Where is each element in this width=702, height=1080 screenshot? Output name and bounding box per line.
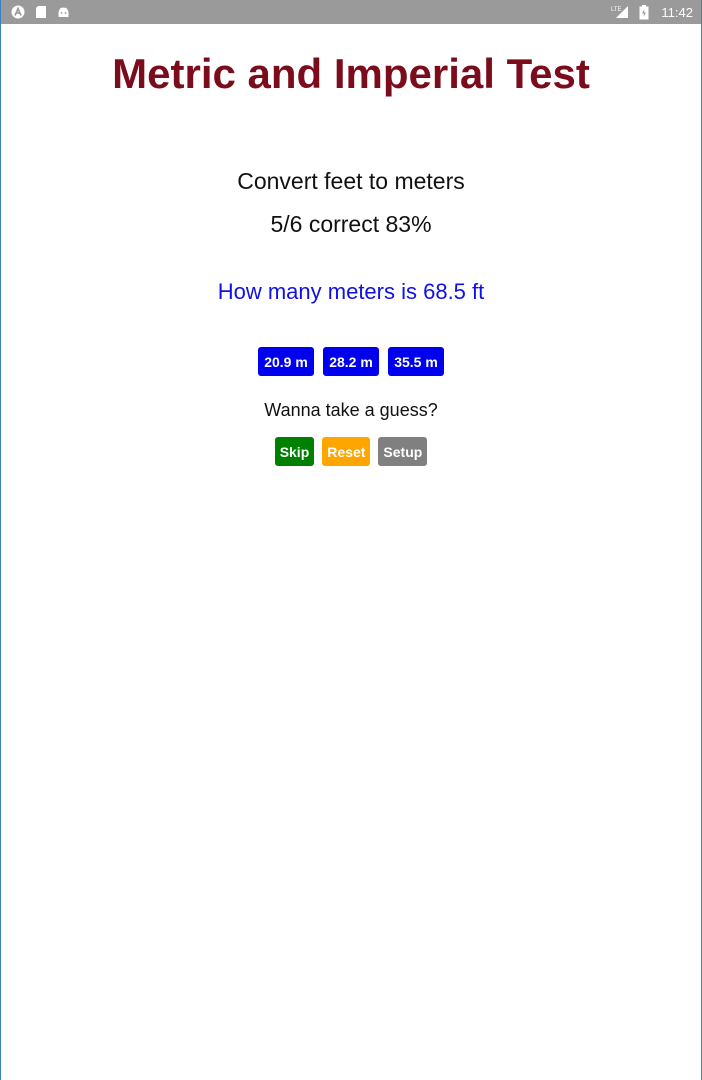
- control-buttons: Skip Reset Setup: [1, 437, 701, 466]
- svg-text:LTE: LTE: [611, 7, 622, 13]
- skip-button[interactable]: Skip: [274, 437, 315, 466]
- android-icon: [57, 6, 70, 19]
- app-a-icon: [11, 5, 25, 19]
- status-right-icons: LTE 11:42: [611, 4, 693, 20]
- answer-button-2[interactable]: 28.2 m: [323, 347, 379, 376]
- answer-button-3[interactable]: 35.5 m: [388, 347, 444, 376]
- status-time: 11:42: [661, 4, 693, 20]
- answer-button-1[interactable]: 20.9 m: [258, 347, 314, 376]
- status-left-icons: [11, 5, 70, 19]
- answer-choices: 20.9 m 28.2 m 35.5 m: [1, 347, 701, 376]
- conversion-mode-label: Convert feet to meters: [237, 168, 465, 194]
- battery-icon: [639, 4, 649, 20]
- reset-button[interactable]: Reset: [322, 437, 371, 466]
- guess-prompt: Wanna take a guess?: [264, 400, 438, 420]
- app-screen: LTE 11:42 Metric and Imperial Test Conve…: [0, 0, 702, 1080]
- lte-signal-icon: LTE: [611, 5, 629, 19]
- page-title: Metric and Imperial Test: [112, 50, 590, 97]
- status-bar: LTE 11:42: [1, 0, 701, 24]
- sd-card-icon: [35, 5, 47, 19]
- question-text: How many meters is 68.5 ft: [217, 279, 485, 304]
- setup-button[interactable]: Setup: [378, 437, 428, 466]
- score-label: 5/6 correct 83%: [270, 211, 432, 237]
